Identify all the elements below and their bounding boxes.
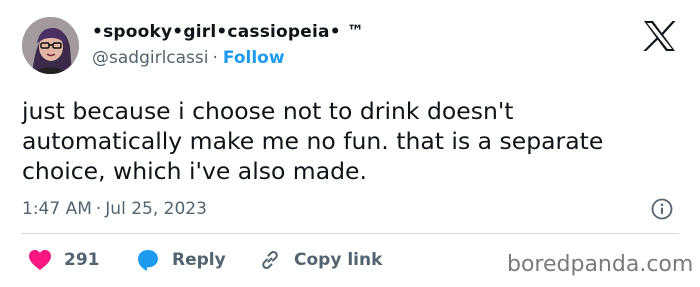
info-icon[interactable] [651,198,673,220]
x-logo-icon[interactable] [643,21,676,51]
reply-label: Reply [172,250,226,270]
separator-dot: · [212,48,218,68]
tweet-text: just because i choose not to drink doesn… [22,97,604,185]
follow-button[interactable]: Follow [223,48,285,68]
reply-button[interactable]: Reply [136,248,226,272]
copy-link-label: Copy link [294,250,383,270]
like-button[interactable]: 291 [28,248,100,272]
handle-row: @sadgirlcassi · Follow [92,48,285,68]
copy-link-button[interactable]: Copy link [258,248,382,272]
display-name[interactable]: •spooky•girl•cassiopeia• ™ [92,22,364,42]
user-handle[interactable]: @sadgirlcassi [92,48,209,68]
tweet-date: Jul 25, 2023 [105,199,207,219]
like-count: 291 [64,250,100,270]
timestamp-dot: · [95,199,102,219]
watermark: boredpanda.com [507,252,694,277]
heart-icon [28,249,52,271]
tweet-time: 1:47 AM [22,199,92,219]
timestamp[interactable]: 1:47 AM · Jul 25, 2023 [22,199,207,219]
reply-bubble-icon [136,248,160,272]
avatar[interactable] [22,17,79,74]
link-icon [258,248,282,272]
divider [22,233,679,234]
